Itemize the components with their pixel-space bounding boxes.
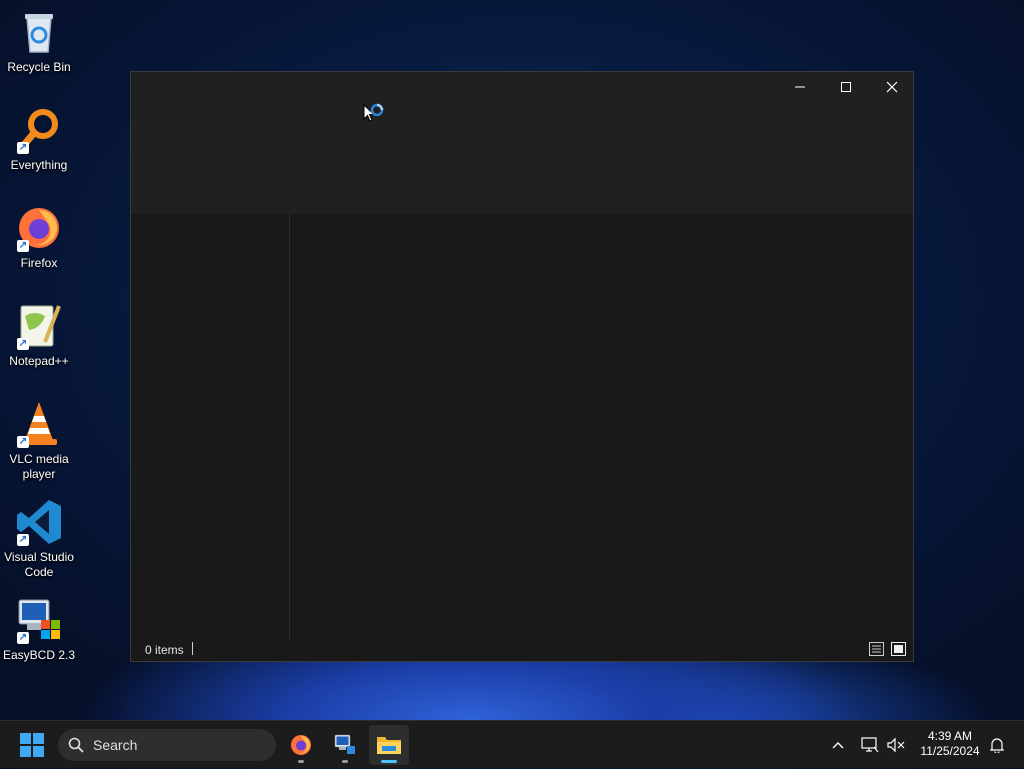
desktop-icon-label: Firefox [20,256,58,270]
status-bar: 0 items [131,639,913,661]
network-button[interactable] [858,721,882,769]
firefox-icon [291,735,311,755]
windows-logo-icon [20,733,44,757]
taskbar-app-firefox[interactable] [281,725,321,765]
window-titlebar[interactable] [131,72,913,214]
notepad-plus-plus-icon: ↗ [15,302,63,350]
shortcut-arrow-icon: ↗ [17,338,29,350]
minimize-icon [795,86,805,88]
taskbar-app-file-explorer[interactable] [369,725,409,765]
volume-muted-icon [887,737,905,753]
maximize-icon [841,82,851,92]
desktop-icon-everything[interactable]: ↗ Everything [0,106,78,173]
close-button[interactable] [869,72,915,102]
everything-icon: ↗ [15,106,63,154]
desktop-icon-vlc[interactable]: ↗ VLC media player [0,400,78,482]
shortcut-arrow-icon: ↗ [17,240,29,252]
vscode-icon: ↗ [15,498,63,546]
search-icon [68,737,84,753]
start-button[interactable] [12,725,52,765]
file-explorer-window[interactable]: 0 items [130,71,914,662]
desktop-icon-notepad-plus-plus[interactable]: ↗ Notepad++ [0,302,78,369]
desktop-icon-label: EasyBCD 2.3 [2,648,76,662]
loading-spinner-icon [363,103,384,122]
shortcut-arrow-icon: ↗ [17,632,29,644]
search-placeholder: Search [93,737,138,753]
desktop-icon-easybcd[interactable]: ↗ EasyBCD 2.3 [0,596,78,663]
desktop-icon-label: Visual Studio Code [4,550,74,579]
item-count: 0 items [145,643,184,657]
network-icon [861,737,879,753]
shortcut-arrow-icon: ↗ [17,142,29,154]
status-separator [192,642,193,655]
shortcut-arrow-icon: ↗ [17,534,29,546]
firefox-icon: ↗ [15,204,63,252]
volume-button[interactable] [884,721,908,769]
taskbar: Search 4:39 AM 11/25/2024 [0,720,1024,768]
notifications-button[interactable] [986,721,1008,769]
taskbar-clock[interactable]: 4:39 AM 11/25/2024 [914,729,986,759]
desktop-icon-vscode[interactable]: ↗ Visual Studio Code [0,498,78,580]
desktop-icon-label: VLC media player [9,452,69,481]
close-icon [886,81,898,93]
desktop-icon-recycle-bin[interactable]: Recycle Bin [0,8,78,75]
running-indicator [342,760,348,763]
file-explorer-icon [377,737,401,754]
taskbar-search-box[interactable]: Search [58,729,276,761]
desktop-icon-label: Notepad++ [9,354,69,368]
content-area[interactable] [290,214,913,639]
easybcd-icon: ↗ [15,596,63,644]
taskbar-app-easybcd[interactable] [325,725,365,765]
recycle-bin-icon [15,8,63,56]
details-view-icon[interactable] [869,642,884,656]
easybcd-icon [334,734,355,754]
desktop-icon-firefox[interactable]: ↗ Firefox [0,204,78,271]
clock-time: 4:39 AM [927,729,973,743]
large-icons-view-icon[interactable] [891,642,906,656]
minimize-button[interactable] [777,72,823,102]
desktop-icon-label: Everything [10,158,68,172]
maximize-button[interactable] [823,72,869,102]
shortcut-arrow-icon: ↗ [17,436,29,448]
bell-icon [990,738,1004,753]
show-hidden-icons-button[interactable] [826,721,850,769]
clock-date: 11/25/2024 [920,744,980,758]
running-indicator [381,760,397,763]
navigation-pane[interactable] [131,214,290,639]
chevron-up-icon [832,742,844,749]
vlc-icon: ↗ [15,400,63,448]
running-indicator [298,760,304,763]
desktop-icon-label: Recycle Bin [7,60,71,74]
